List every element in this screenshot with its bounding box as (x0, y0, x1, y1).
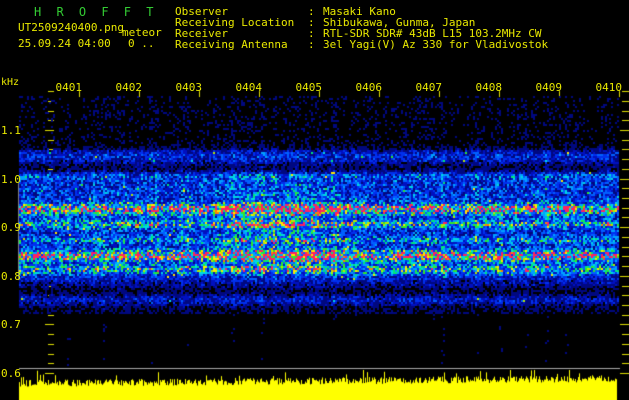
time-tick-label: 0401 (55, 81, 83, 94)
freq-tick-label: 1.0 (1, 173, 21, 186)
app-title: H R O F F T (34, 5, 158, 19)
info-label: Receiving Antenna (175, 38, 288, 51)
datetime-label: 25.09.24 04:00 (18, 37, 111, 50)
freq-tick-label: 0.6 (1, 367, 21, 380)
meteor-count-label: 0 .. (128, 37, 155, 50)
time-tick-label: 0408 (475, 81, 503, 94)
freq-tick-label: 1.1 (1, 124, 21, 137)
station-info-row: Receiving Antenna:3el Yagi(V) Az 330 for… (175, 39, 629, 50)
time-tick-label: 0407 (415, 81, 443, 94)
time-tick-label: 0405 (295, 81, 323, 94)
freq-tick-label: 0.8 (1, 270, 21, 283)
hrofft-window: H R O F F T UT2509240400.png meteor 25.0… (0, 0, 629, 400)
time-tick-label: 0403 (175, 81, 203, 94)
freq-tick-label: 0.7 (1, 318, 21, 331)
time-tick-label: 0404 (235, 81, 263, 94)
info-value: 3el Yagi(V) Az 330 for Vladivostok (323, 38, 549, 51)
filename-label: UT2509240400.png (18, 21, 124, 34)
time-tick-label: 0409 (535, 81, 563, 94)
freq-axis-unit: kHz (1, 77, 20, 88)
time-tick-label: 0406 (355, 81, 383, 94)
station-info: Observer: Masaki Kano Receiving Location: S… (175, 6, 629, 56)
freq-tick-label: 0.9 (1, 221, 21, 234)
time-tick-label: 0402 (115, 81, 143, 94)
spectrogram-canvas (0, 0, 629, 400)
time-tick-label: 0410 (595, 81, 623, 94)
info-colon: : (308, 38, 315, 51)
